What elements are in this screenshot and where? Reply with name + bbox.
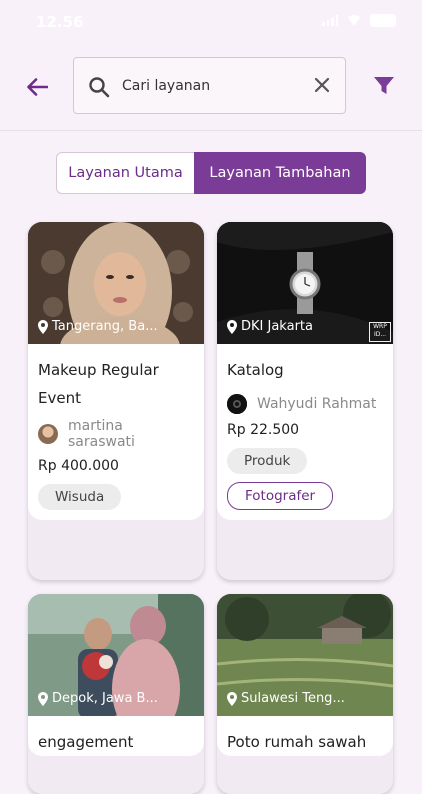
arrow-left-icon <box>27 78 48 96</box>
avatar <box>227 394 247 414</box>
search-icon <box>89 77 110 98</box>
status-time: 12.56 <box>36 13 84 31</box>
battery-icon <box>370 14 396 27</box>
provider-name: Wahyudi Rahmat <box>257 396 377 412</box>
card-title: engagement <box>38 733 134 751</box>
provider-name: martina saraswati <box>68 418 135 450</box>
card-price: Rp 22.500 <box>227 422 300 438</box>
card-tags: Wisuda <box>28 474 204 520</box>
back-button[interactable] <box>22 74 52 100</box>
card-title: Makeup Regular Event <box>28 344 204 412</box>
card-tags: Produk Fotografer <box>217 438 393 520</box>
search-input[interactable] <box>122 75 292 97</box>
search-box[interactable] <box>73 57 346 114</box>
status-bar: 12.56 <box>0 0 422 44</box>
tab-layanan-tambahan[interactable]: Layanan Tambahan <box>194 152 366 194</box>
tab-layanan-utama[interactable]: Layanan Utama <box>56 152 194 194</box>
card-image-makeup: Tangerang, Ba... <box>28 222 204 344</box>
service-type-tabs: Layanan Utama Layanan Tambahan <box>56 152 366 194</box>
card-image-katalog: DKI Jakarta WRP ID... <box>217 222 393 344</box>
card-title: Poto rumah sawah <box>227 733 367 751</box>
location-pin-icon <box>227 319 237 334</box>
card-location: Sulawesi Teng... <box>227 691 345 706</box>
card-price: Rp 400.000 <box>38 458 119 474</box>
card-image-rumah-sawah: Sulawesi Teng... <box>217 594 393 716</box>
card-title-line1: Makeup Regular <box>38 361 159 379</box>
location-text: Depok, Jawa B... <box>52 691 158 706</box>
tag-chip: Produk <box>227 448 308 474</box>
avatar <box>38 424 58 444</box>
signal-icon <box>322 15 338 26</box>
clear-search-icon[interactable] <box>313 76 331 94</box>
location-text: Sulawesi Teng... <box>241 691 345 706</box>
service-card[interactable]: Depok, Jawa B... engagement <box>28 594 204 794</box>
location-text: Tangerang, Ba... <box>52 319 158 334</box>
card-provider: Wahyudi Rahmat <box>217 384 393 414</box>
service-card[interactable]: DKI Jakarta WRP ID... Katalog Wahyudi Ra… <box>217 222 393 580</box>
tag-chip-outline: Fotografer <box>227 482 334 510</box>
status-icons <box>322 14 396 27</box>
service-card[interactable]: Tangerang, Ba... Makeup Regular Event ma… <box>28 222 204 580</box>
wifi-icon <box>346 15 362 26</box>
card-location: DKI Jakarta <box>227 319 313 334</box>
header <box>0 44 422 131</box>
location-pin-icon <box>38 691 48 706</box>
card-image-engagement: Depok, Jawa B... <box>28 594 204 716</box>
location-text: DKI Jakarta <box>241 319 313 334</box>
card-title-line2: Event <box>38 389 81 407</box>
card-location: Depok, Jawa B... <box>38 691 158 706</box>
location-pin-icon <box>38 319 48 334</box>
card-location: Tangerang, Ba... <box>38 319 158 334</box>
card-title: Katalog <box>227 361 284 379</box>
card-provider: martina saraswati <box>28 412 204 450</box>
tag-chip: Wisuda <box>38 484 122 510</box>
watermark-logo: WRP ID... <box>369 322 391 342</box>
location-pin-icon <box>227 691 237 706</box>
service-card[interactable]: Sulawesi Teng... Poto rumah sawah <box>217 594 393 794</box>
filter-icon[interactable] <box>373 76 395 96</box>
